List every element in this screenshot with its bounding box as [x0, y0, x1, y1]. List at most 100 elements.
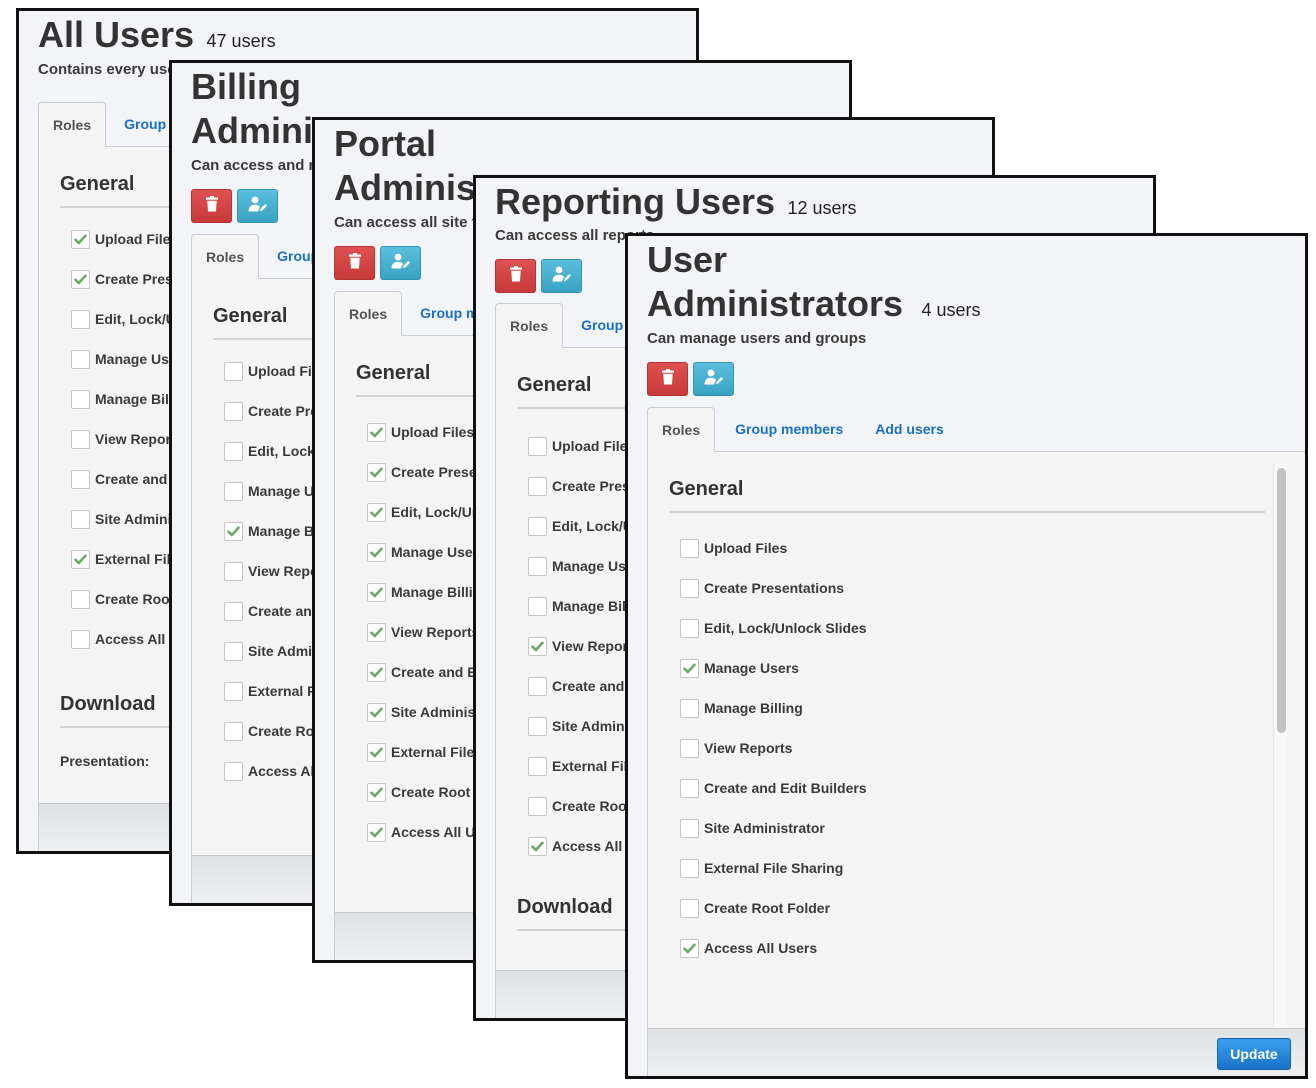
permission-checkbox[interactable] — [224, 721, 243, 741]
permission-checkbox[interactable] — [367, 662, 386, 682]
group-panel-user-administrators: User Administrators 4 users Can manage u… — [625, 233, 1308, 1079]
permission-checkbox[interactable] — [680, 738, 699, 758]
permission-item[interactable]: Create Root Folder — [680, 898, 830, 918]
permission-checkbox[interactable] — [367, 462, 386, 482]
permission-checkbox[interactable] — [528, 436, 547, 456]
tab-add-users[interactable]: Add users — [861, 407, 957, 451]
permission-checkbox[interactable] — [224, 681, 243, 701]
group-title-line1: User — [647, 239, 728, 280]
permission-checkbox[interactable] — [680, 578, 699, 598]
permission-item[interactable]: Site Administrator — [680, 818, 825, 838]
permission-checkbox[interactable] — [71, 349, 90, 369]
edit-group-button[interactable] — [237, 189, 278, 223]
permission-item[interactable]: View Reports — [528, 636, 640, 656]
permission-item[interactable]: Upload Files — [528, 436, 635, 456]
permission-checkbox[interactable] — [367, 742, 386, 762]
permission-item[interactable]: Upload Files — [680, 538, 787, 558]
permission-checkbox[interactable] — [367, 622, 386, 642]
permission-checkbox[interactable] — [71, 389, 90, 409]
permission-item[interactable]: View Reports — [71, 429, 183, 449]
permission-checkbox[interactable] — [680, 538, 699, 558]
permission-checkbox[interactable] — [528, 556, 547, 576]
permission-checkbox[interactable] — [680, 858, 699, 878]
permission-item[interactable]: Create Presentations — [680, 578, 844, 598]
permission-item[interactable]: View Reports — [367, 622, 479, 642]
permission-checkbox[interactable] — [680, 698, 699, 718]
tab-roles[interactable]: Roles — [334, 291, 403, 336]
panel-title-row: User Administrators 4 users — [647, 238, 981, 326]
tab-group-members[interactable]: Group members — [721, 407, 857, 451]
permission-checkbox[interactable] — [528, 676, 547, 696]
permission-checkbox[interactable] — [680, 898, 699, 918]
permission-checkbox[interactable] — [224, 521, 243, 541]
permission-item[interactable]: Edit, Lock/Unlock Slides — [680, 618, 867, 638]
permission-checkbox[interactable] — [528, 476, 547, 496]
section-general: General — [669, 478, 1265, 513]
permission-item[interactable]: Upload Files — [367, 422, 474, 442]
permission-checkbox[interactable] — [528, 836, 547, 856]
delete-group-button[interactable] — [495, 259, 536, 293]
permission-item[interactable]: Manage Users — [367, 542, 486, 562]
tab-roles[interactable]: Roles — [38, 102, 107, 147]
permission-checkbox[interactable] — [224, 601, 243, 621]
permission-item[interactable]: Create and Edit Builders — [680, 778, 867, 798]
permission-checkbox[interactable] — [224, 401, 243, 421]
trash-icon — [661, 368, 675, 390]
permission-item[interactable]: Access All Users — [680, 938, 817, 958]
permission-checkbox[interactable] — [528, 516, 547, 536]
permission-checkbox[interactable] — [71, 589, 90, 609]
delete-group-button[interactable] — [647, 362, 688, 396]
permission-checkbox[interactable] — [224, 441, 243, 461]
edit-group-button[interactable] — [693, 362, 734, 396]
permission-item[interactable]: External File Sharing — [680, 858, 843, 878]
permission-item[interactable]: Upload Files — [71, 229, 178, 249]
permission-checkbox[interactable] — [71, 309, 90, 329]
permission-checkbox[interactable] — [528, 796, 547, 816]
permission-checkbox[interactable] — [367, 422, 386, 442]
permission-checkbox[interactable] — [367, 822, 386, 842]
permission-label: Edit, Lock/Unlock Slides — [704, 620, 867, 636]
permission-item[interactable]: Manage Billing — [680, 698, 803, 718]
permission-checkbox[interactable] — [367, 702, 386, 722]
permission-checkbox[interactable] — [224, 481, 243, 501]
delete-group-button[interactable] — [334, 246, 375, 280]
group-title-line1: Portal — [334, 123, 437, 164]
permission-checkbox[interactable] — [224, 361, 243, 381]
permission-item[interactable]: View Reports — [680, 738, 792, 758]
permission-checkbox[interactable] — [680, 938, 699, 958]
delete-group-button[interactable] — [191, 189, 232, 223]
permission-item[interactable]: Manage Users — [680, 658, 799, 678]
edit-group-button[interactable] — [380, 246, 421, 280]
permission-item[interactable]: Manage Billing — [367, 582, 490, 602]
permission-checkbox[interactable] — [680, 778, 699, 798]
permission-checkbox[interactable] — [71, 269, 90, 289]
permission-checkbox[interactable] — [680, 618, 699, 638]
permission-checkbox[interactable] — [367, 542, 386, 562]
permission-checkbox[interactable] — [71, 549, 90, 569]
permission-checkbox[interactable] — [71, 509, 90, 529]
permission-checkbox[interactable] — [71, 229, 90, 249]
permission-checkbox[interactable] — [367, 502, 386, 522]
permission-checkbox[interactable] — [224, 561, 243, 581]
tab-roles[interactable]: Roles — [647, 407, 716, 452]
permission-checkbox[interactable] — [528, 756, 547, 776]
permission-checkbox[interactable] — [528, 596, 547, 616]
permission-checkbox[interactable] — [680, 818, 699, 838]
permission-checkbox[interactable] — [528, 636, 547, 656]
permission-checkbox[interactable] — [71, 469, 90, 489]
tab-roles[interactable]: Roles — [495, 303, 564, 348]
update-button[interactable]: Update — [1217, 1038, 1291, 1070]
permission-checkbox[interactable] — [528, 716, 547, 736]
edit-group-button[interactable] — [541, 259, 582, 293]
permission-checkbox[interactable] — [224, 761, 243, 781]
permission-checkbox[interactable] — [71, 429, 90, 449]
permission-checkbox[interactable] — [367, 782, 386, 802]
scrollbar[interactable] — [1273, 464, 1287, 1028]
permission-checkbox[interactable] — [367, 582, 386, 602]
tab-roles[interactable]: Roles — [191, 234, 260, 279]
trash-icon — [509, 265, 523, 287]
scrollbar-thumb[interactable] — [1277, 468, 1286, 733]
permission-checkbox[interactable] — [224, 641, 243, 661]
permission-checkbox[interactable] — [680, 658, 699, 678]
permission-checkbox[interactable] — [71, 629, 90, 649]
